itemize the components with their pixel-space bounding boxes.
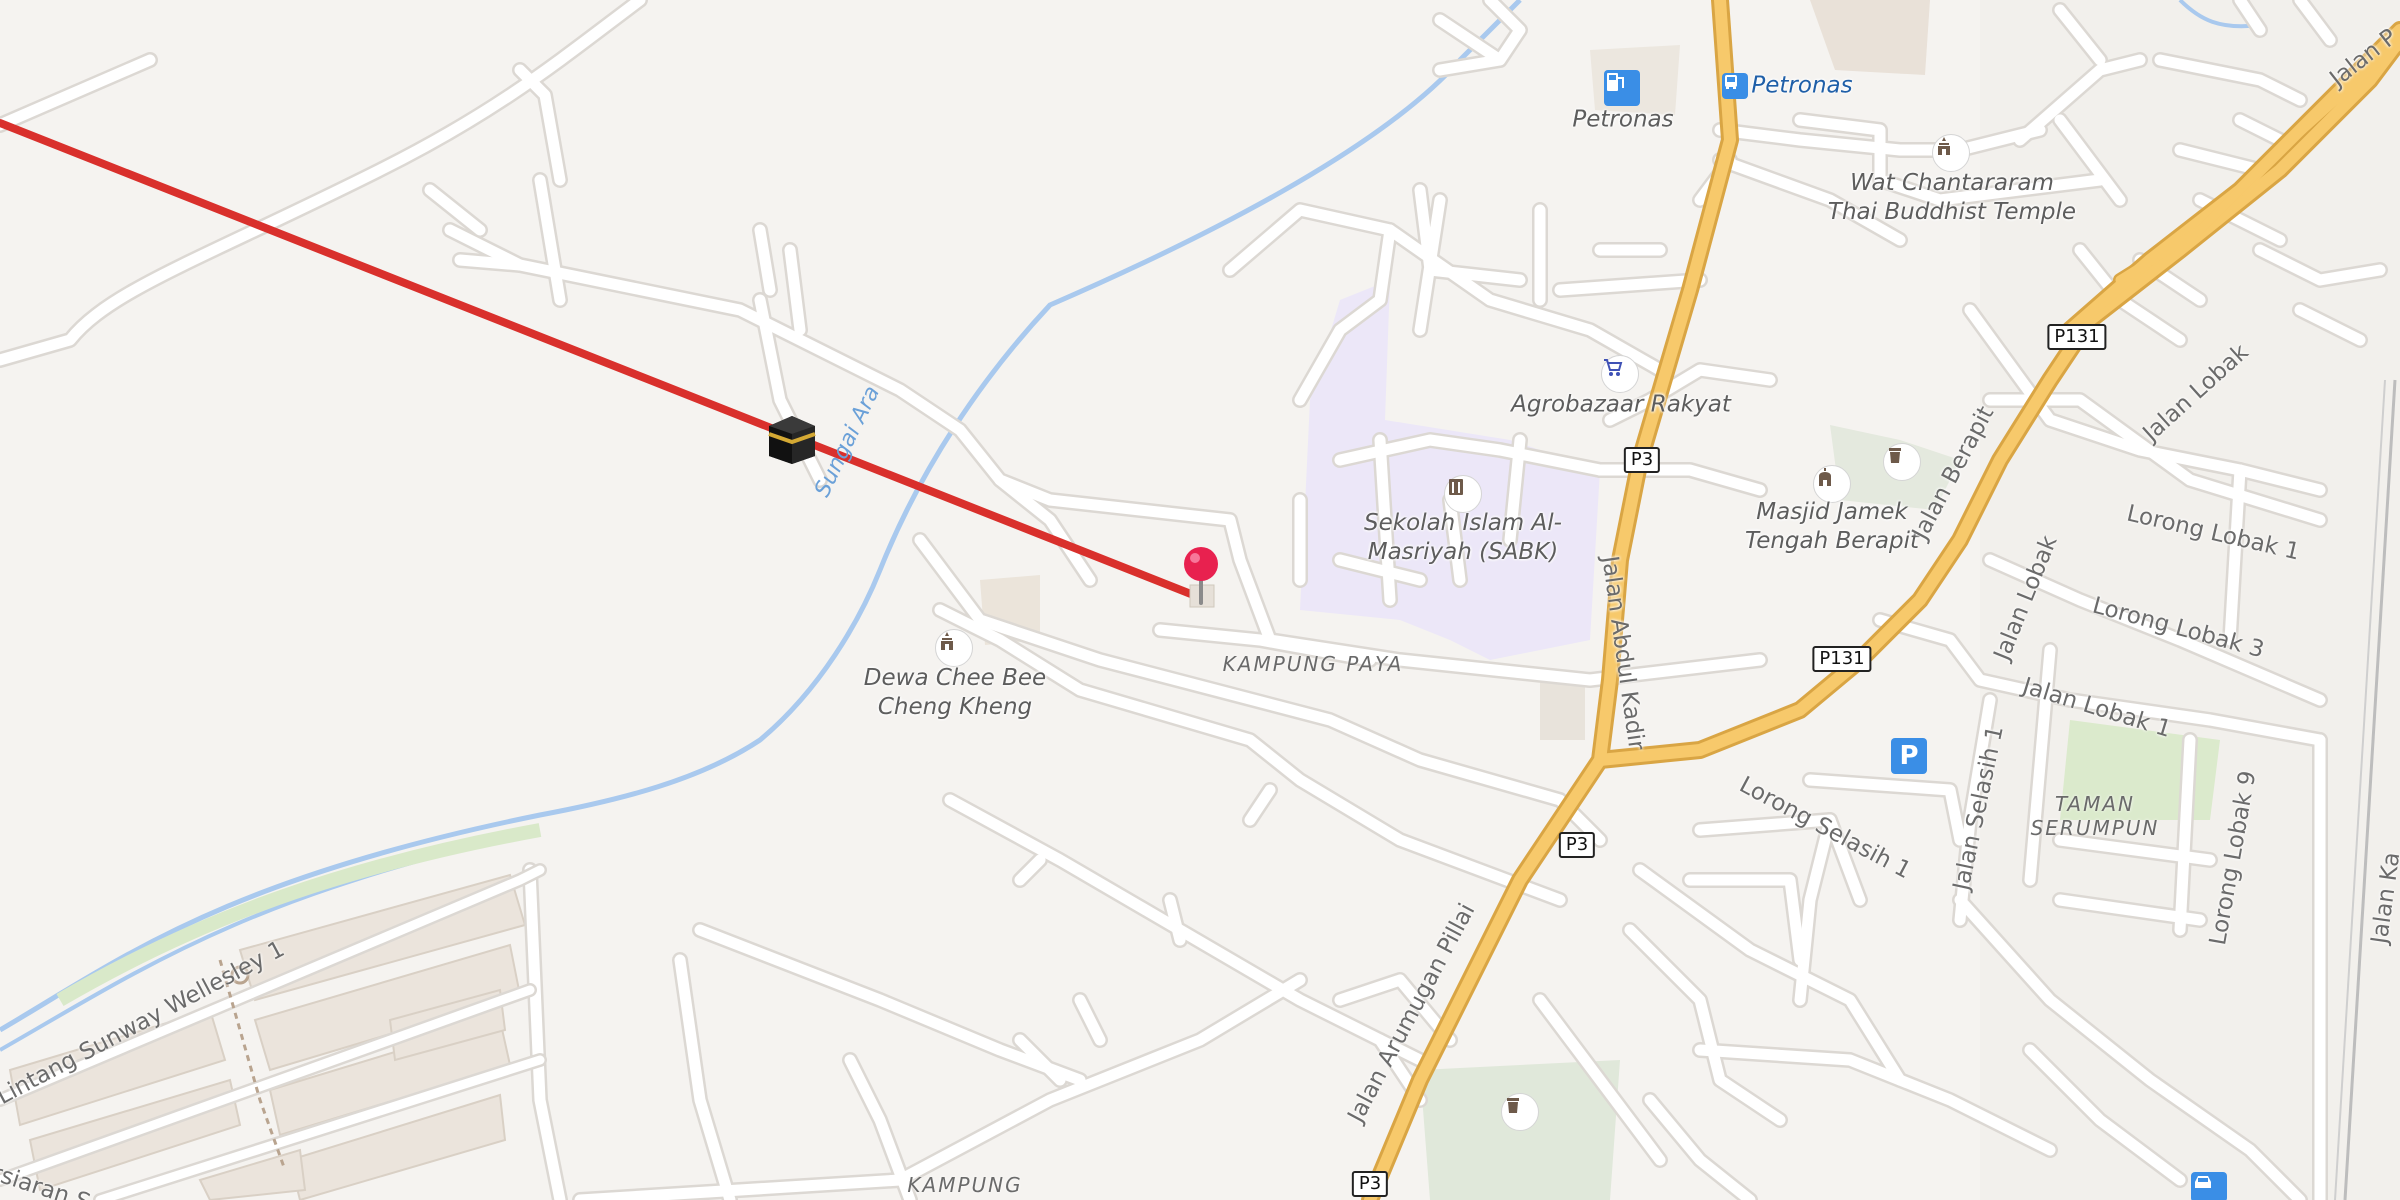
kampung-label: KAMPUNG	[907, 1173, 1023, 1197]
kaaba-icon	[765, 412, 819, 466]
route-shield: P131	[1812, 646, 1872, 672]
parking-icon[interactable]: P	[1891, 738, 1927, 774]
masjid-label: Masjid Jamek Tengah Berapit	[1744, 499, 1920, 554]
bus-stop-icon[interactable]	[1722, 73, 1748, 99]
route-shield: P3	[1558, 832, 1596, 858]
temple-icon[interactable]	[1932, 134, 1970, 172]
taman-serumpun-label: TAMAN SERUMPUN	[2030, 792, 2160, 840]
wat-temple-label: Wat Chantararam Thai Buddhist Temple	[1827, 170, 2077, 225]
fuel-icon[interactable]	[1604, 70, 1640, 106]
route-shield: P3	[1623, 447, 1661, 473]
qibla-direction-line	[0, 119, 1205, 602]
agrobazaar-label: Agrobazaar Rakyat	[1511, 391, 1731, 418]
cemetery-icon[interactable]	[1501, 1093, 1539, 1131]
car-icon[interactable]	[2191, 1172, 2227, 1200]
map-canvas[interactable]: P Petronas Petronas Wat Chantararam Thai…	[0, 0, 2400, 1200]
route-shield: P3	[1351, 1171, 1389, 1197]
school-icon[interactable]	[1444, 475, 1482, 513]
shopping-cart-icon[interactable]	[1601, 355, 1639, 393]
petronas-bus-label: Petronas	[1751, 72, 1853, 99]
cemetery-icon[interactable]	[1883, 443, 1921, 481]
location-pin-icon[interactable]	[1180, 545, 1222, 605]
dewa-temple-label: Dewa Chee Bee Cheng Kheng	[863, 665, 1047, 720]
route-shield: P131	[2047, 324, 2107, 350]
temple-icon[interactable]	[935, 629, 973, 667]
sekolah-label: Sekolah Islam Al- Masriyah (SABK)	[1364, 510, 1562, 565]
petronas-station-label: Petronas	[1572, 106, 1674, 133]
kampung-paya-label: KAMPUNG PAYA	[1222, 652, 1404, 676]
